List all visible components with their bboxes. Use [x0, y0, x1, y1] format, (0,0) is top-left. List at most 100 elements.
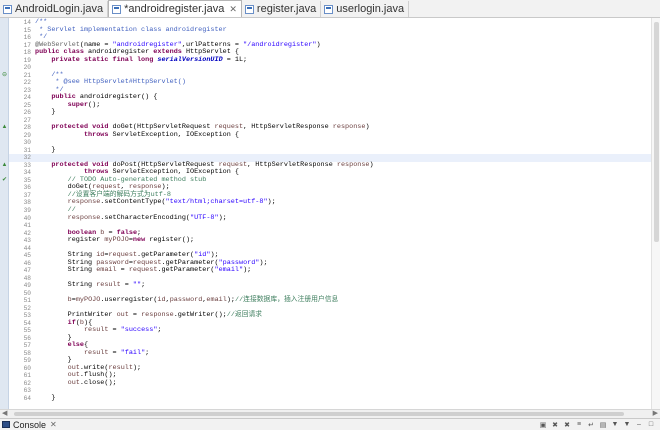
- code-token: ): [316, 40, 321, 49]
- override-marker-icon[interactable]: ▲: [1, 162, 8, 170]
- line-number: 14: [23, 19, 31, 26]
- code-token: );: [259, 258, 268, 267]
- code-token: , HttpServletResponse: [243, 123, 333, 132]
- fold-toggle-icon[interactable]: ⊖: [1, 72, 8, 80]
- code-token: =: [120, 281, 133, 290]
- code-line[interactable]: throws ServletException, IOException {: [35, 131, 651, 140]
- close-icon[interactable]: ✕: [50, 420, 57, 429]
- maximize-icon[interactable]: □: [646, 420, 656, 429]
- code-token: .setCharacterEncoding(: [100, 213, 191, 222]
- code-token: );: [218, 213, 227, 222]
- code-token: ): [365, 123, 370, 132]
- code-line[interactable]: public androidregister() {: [35, 93, 651, 102]
- code-editor[interactable]: 14 15 16 17 18 19 20 21 ⊖ 22 23 24 25 26 27 28 ▲ 29 30 31 32…: [0, 18, 660, 409]
- tab-register-java[interactable]: register.java: [242, 1, 322, 17]
- clear-console-icon[interactable]: ▣: [538, 420, 548, 429]
- code-line[interactable]: out.close();: [35, 378, 651, 388]
- code-line[interactable]: super();: [35, 100, 651, 110]
- line-number: 22: [23, 79, 31, 87]
- line-number: 35: [23, 176, 31, 184]
- display-console-icon[interactable]: ▼: [610, 420, 620, 429]
- code-line[interactable]: * @see HttpServlet#HttpServlet(): [35, 78, 651, 87]
- remove-launch-icon[interactable]: ✖: [550, 420, 560, 429]
- remove-all-icon[interactable]: ✖: [562, 420, 572, 429]
- scroll-lock-icon[interactable]: ≡: [574, 420, 584, 429]
- line-number: 53: [23, 312, 31, 320]
- code-token: ): [369, 160, 374, 169]
- code-token: myPOJO: [75, 296, 101, 305]
- console-panel-header: Console ✕ ▣ ✖ ✖ ≡ ↵ ▤ ▼ ▼ – □: [0, 418, 660, 430]
- tab-userlogin-java[interactable]: userlogin.java: [321, 1, 410, 17]
- pin-console-icon[interactable]: ▤: [598, 420, 608, 429]
- code-line[interactable]: [35, 387, 651, 395]
- code-token: "text/html;charset=utf-8": [165, 198, 268, 207]
- code-line[interactable]: }: [35, 334, 651, 343]
- line-number: 52: [23, 304, 31, 312]
- override-marker-icon[interactable]: ▲: [1, 124, 8, 132]
- open-console-icon[interactable]: ▼: [622, 420, 632, 429]
- minimize-icon[interactable]: –: [634, 420, 644, 429]
- code-line[interactable]: [35, 139, 651, 147]
- code-line[interactable]: result = "fail";: [35, 348, 651, 358]
- code-token: }: [35, 145, 56, 154]
- code-token: ();: [88, 100, 101, 109]
- line-number: 63: [23, 387, 31, 395]
- code-line[interactable]: response.setContentType("text/html;chars…: [35, 199, 651, 207]
- word-wrap-icon[interactable]: ↵: [586, 420, 596, 429]
- code-line[interactable]: result = "success";: [35, 327, 651, 335]
- tab-androidlogin-java[interactable]: AndroidLogin.java: [0, 1, 109, 17]
- code-line[interactable]: out.write(result);: [35, 364, 651, 373]
- code-token: * Servlet implementation class androidre…: [35, 25, 227, 34]
- line-number: 33: [23, 161, 31, 169]
- code-token: private static final long: [51, 55, 158, 64]
- horizontal-scrollbar[interactable]: ◀ ▶: [0, 409, 660, 418]
- close-icon[interactable]: ✕: [229, 4, 237, 15]
- code-line[interactable]: b=myPOJO.userregister(id,password,email)…: [35, 296, 651, 305]
- code-token: register: [35, 236, 105, 245]
- tab-label: AndroidLogin.java: [15, 3, 104, 15]
- code-token: ;: [145, 348, 150, 357]
- code-token: "": [132, 281, 142, 290]
- task-marker-icon[interactable]: ✔: [1, 177, 8, 185]
- code-line[interactable]: out.flush();: [35, 372, 651, 380]
- code-line[interactable]: register myPOJO=new register();: [35, 236, 651, 245]
- line-number: 25: [23, 101, 31, 109]
- code-token: ;: [157, 326, 162, 335]
- code-line[interactable]: response.setCharacterEncoding("UTF-8");: [35, 213, 651, 223]
- line-number: 57: [23, 342, 31, 350]
- code-line[interactable]: PrintWriter out = response.getWriter();/…: [35, 312, 651, 320]
- java-file-icon: [324, 4, 334, 14]
- console-icon: [2, 421, 10, 428]
- line-number: 15: [23, 26, 31, 34]
- horizontal-scrollbar-thumb[interactable]: [14, 412, 624, 416]
- code-line[interactable]: String email = request.getParameter("ema…: [35, 266, 651, 275]
- code-area[interactable]: /** * Servlet implementation class andro…: [35, 18, 651, 409]
- code-line[interactable]: }: [35, 108, 651, 117]
- vertical-scrollbar[interactable]: [651, 18, 660, 409]
- line-number: 36: [23, 184, 31, 192]
- code-line[interactable]: [35, 64, 651, 72]
- line-number: 44: [23, 244, 31, 252]
- code-token: result: [96, 281, 121, 290]
- vertical-scrollbar-thumb[interactable]: [654, 22, 659, 242]
- code-token: out: [116, 311, 129, 320]
- tab-androidregister-java[interactable]: *androidregister.java ✕: [108, 0, 242, 17]
- line-number: 18: [23, 49, 31, 57]
- tab-label: userlogin.java: [336, 3, 405, 15]
- java-file-icon: [3, 4, 12, 14]
- code-token: = 1L;: [222, 55, 248, 64]
- code-line[interactable]: private static final long serialVersionU…: [35, 55, 651, 65]
- code-token: =: [108, 348, 121, 357]
- code-line[interactable]: String result = "";: [35, 281, 651, 290]
- line-number: 17: [23, 41, 31, 49]
- line-number: 49: [23, 282, 31, 290]
- scroll-left-icon[interactable]: ◀: [2, 409, 7, 417]
- code-line[interactable]: * Servlet implementation class androidre…: [35, 25, 651, 35]
- scroll-right-icon[interactable]: ▶: [653, 409, 658, 417]
- code-token: }: [35, 394, 56, 402]
- code-line[interactable]: }: [35, 394, 651, 403]
- code-token: out: [67, 378, 80, 387]
- line-number: 59: [23, 357, 31, 365]
- console-tab[interactable]: Console ✕: [2, 419, 57, 430]
